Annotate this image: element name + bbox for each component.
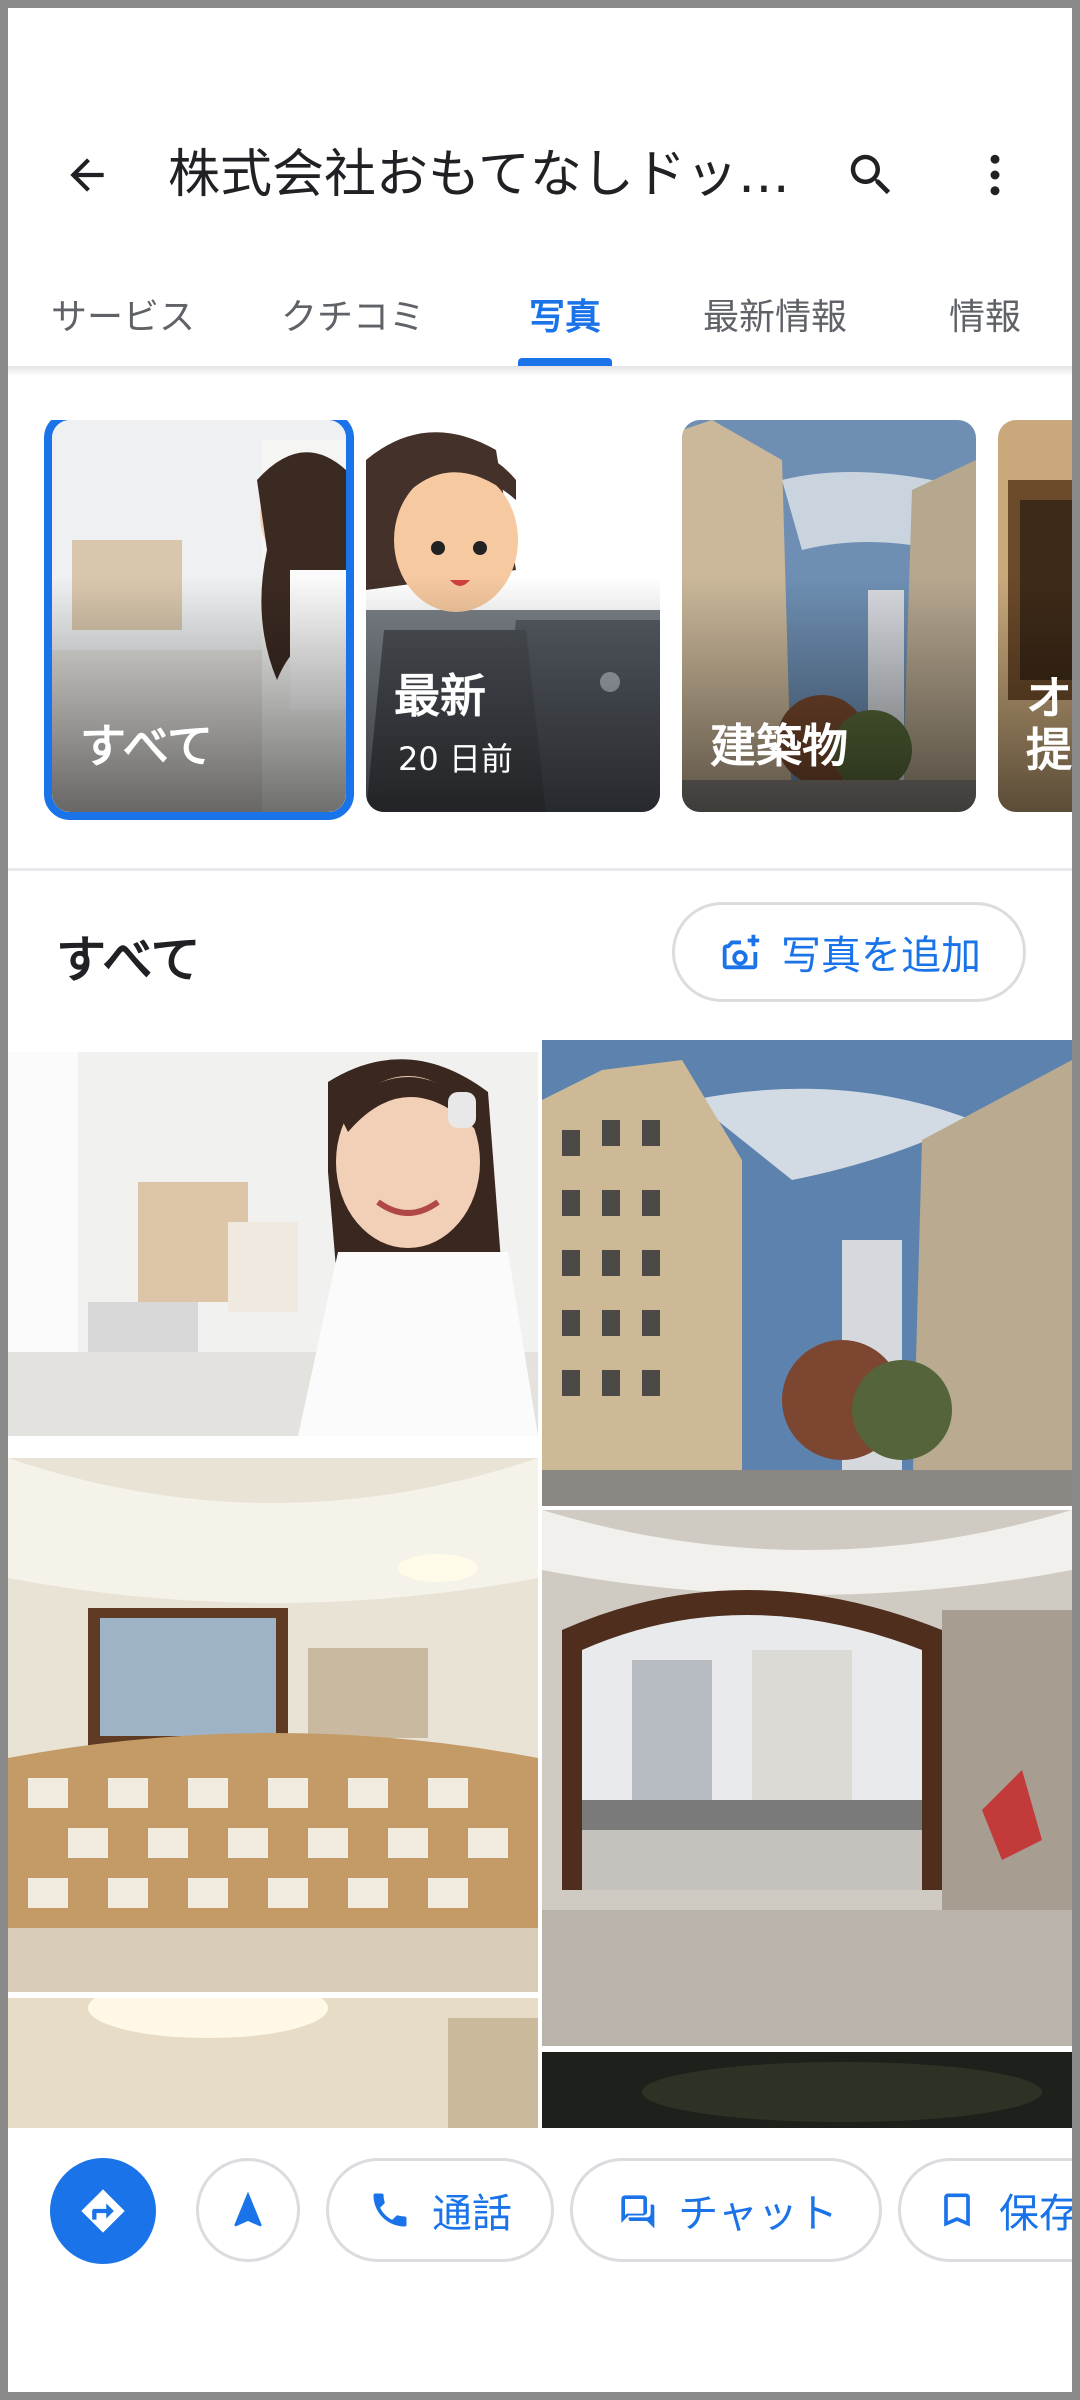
photo-operator-image [8,1052,538,1436]
add-photo-icon [722,934,760,970]
more-options-button[interactable] [960,140,1030,210]
category-other[interactable]: オ提 [998,420,1080,812]
tab-about[interactable]: 情報 [920,260,1050,368]
tab-updates[interactable]: 最新情報 [680,260,870,368]
photo-operator[interactable] [8,1052,538,1436]
tab-reviews[interactable]: クチコミ [258,260,448,368]
more-vert-icon [990,154,1000,196]
bookmark-icon [944,2193,970,2227]
tab-services[interactable]: サービス [28,260,218,368]
back-button[interactable] [52,140,122,210]
save-label: 保存 [999,2191,1079,2237]
arrow-back-icon [70,158,104,192]
photo-building-exterior[interactable] [542,1040,1072,1506]
search-icon [850,154,891,195]
category-overlay [682,576,976,812]
photo-building-exterior-image [542,1040,1072,1506]
category-label: 最新 [394,669,486,723]
section-title: すべて [56,931,201,989]
section-divider [0,868,1080,871]
directions-icon [81,2189,125,2233]
category-label: オ提 [1026,671,1072,777]
photo-corridor-ceiling[interactable] [8,1998,538,2128]
tab-bar: サービス クチコミ 写真 最新情報 情報 [0,260,1080,368]
chat-icon [621,2195,655,2229]
call-label: 通話 [432,2191,512,2237]
category-label: 建築物 [710,719,848,773]
chat-label: チャット [678,2191,838,2237]
phone-icon [373,2193,407,2227]
add-photo-button[interactable]: 写真を追加 [672,902,1026,1002]
navigation-arrow-icon [234,2191,262,2227]
app-bar: 株式会社おもてなしドッ… [0,110,1080,240]
category-latest[interactable]: 最新 20 日前 [366,420,660,812]
directions-button[interactable] [50,2158,156,2264]
photo-entrance-panorama[interactable] [542,1510,1072,2046]
category-date: 20 日前 [398,740,513,778]
tab-photos[interactable]: 写真 [490,260,640,368]
photo-dark-image [542,2052,1072,2128]
call-button[interactable]: 通話 [326,2158,554,2262]
tab-bar-shadow [0,366,1080,376]
category-label: すべて [80,719,213,773]
save-button[interactable]: 保存 [898,2158,1080,2262]
photo-category-carousel: すべて 最新 20 日前 建築物 オ提 [0,420,1080,820]
search-button[interactable] [836,140,906,210]
photo-hallway-panorama-image [8,1458,538,1992]
chat-button[interactable]: チャット [570,2158,882,2262]
category-all[interactable]: すべて [44,420,354,820]
photo-dark[interactable] [542,2052,1072,2128]
photo-hallway-panorama[interactable] [8,1458,538,1992]
start-navigation-button[interactable] [196,2158,300,2262]
active-tab-indicator [518,358,612,366]
page-title: 株式会社おもてなしドッ… [168,145,790,205]
category-overlay [52,576,346,812]
photo-corridor-ceiling-image [8,1998,538,2128]
category-building[interactable]: 建築物 [682,420,976,812]
photo-entrance-panorama-image [542,1510,1072,2046]
action-bar: 通話 チャット 保存 [0,2128,1080,2298]
add-photo-label: 写真を追加 [781,933,981,979]
